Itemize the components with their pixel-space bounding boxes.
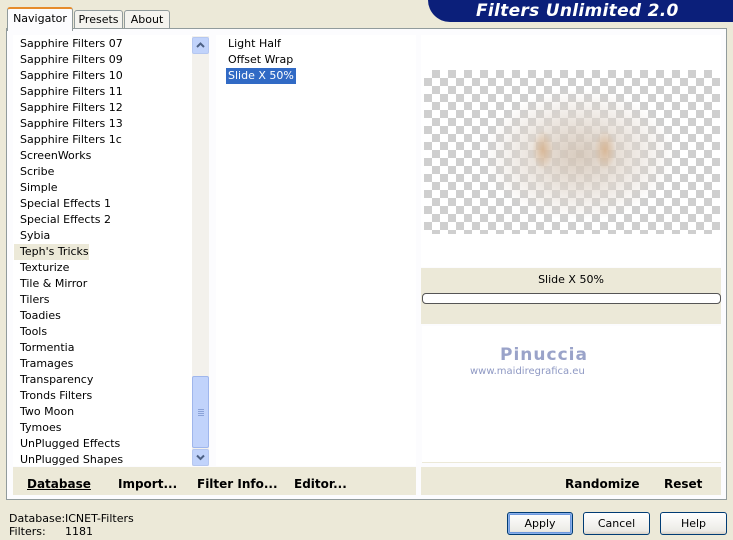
filter-info-button[interactable]: Filter Info... bbox=[197, 477, 278, 491]
parameter-slider-row[interactable] bbox=[422, 445, 721, 463]
category-item[interactable]: Sapphire Filters 07 bbox=[14, 36, 123, 52]
category-item[interactable]: Sapphire Filters 1c bbox=[14, 132, 122, 148]
scroll-up-button[interactable] bbox=[192, 37, 209, 54]
tab-presets[interactable]: Presets bbox=[74, 10, 123, 29]
filter-list[interactable] bbox=[216, 35, 416, 466]
category-item[interactable]: UnPlugged Effects bbox=[14, 436, 120, 452]
category-item[interactable]: UnPlugged Shapes bbox=[14, 452, 123, 468]
parameter-slider-row[interactable] bbox=[422, 394, 721, 412]
chevron-up-icon bbox=[196, 42, 205, 48]
watermark-name: Pinuccia bbox=[500, 345, 588, 365]
preview-image bbox=[424, 70, 720, 234]
category-scrollbar[interactable] bbox=[192, 36, 209, 466]
filters-count: 1181 bbox=[65, 525, 93, 538]
category-item[interactable]: Sybia bbox=[14, 228, 89, 244]
filter-name-label: Slide X 50% bbox=[538, 273, 604, 286]
progress-bar bbox=[422, 293, 721, 304]
randomize-button[interactable]: Randomize bbox=[565, 477, 639, 491]
parameter-slider-row[interactable] bbox=[422, 411, 721, 429]
app-title: Filters Unlimited 2.0 bbox=[476, 1, 679, 21]
category-item[interactable]: Tormentia bbox=[14, 340, 89, 356]
watermark-url: www.maidiregrafica.eu bbox=[470, 366, 585, 377]
category-item[interactable]: Toadies bbox=[14, 308, 89, 324]
category-item[interactable]: Two Moon bbox=[14, 404, 89, 420]
import-button[interactable]: Import... bbox=[118, 477, 177, 491]
category-item[interactable]: Texturize bbox=[14, 260, 89, 276]
category-item[interactable]: Sapphire Filters 11 bbox=[14, 84, 123, 100]
reset-button[interactable]: Reset bbox=[664, 477, 702, 491]
filter-item[interactable]: Offset Wrap bbox=[226, 52, 295, 68]
category-item[interactable]: ScreenWorks bbox=[14, 148, 91, 164]
editor-button[interactable]: Editor... bbox=[294, 477, 347, 491]
category-item[interactable]: Tymoes bbox=[14, 420, 89, 436]
parameter-slider-row[interactable] bbox=[422, 377, 721, 395]
category-item[interactable]: Transparency bbox=[14, 372, 93, 388]
category-item[interactable]: Teph's Tricks bbox=[14, 244, 89, 260]
category-item[interactable]: Tronds Filters bbox=[14, 388, 92, 404]
help-button[interactable]: Help bbox=[660, 512, 727, 535]
category-item[interactable]: Tilers bbox=[14, 292, 89, 308]
database-value: ICNET-Filters bbox=[65, 512, 134, 525]
category-item[interactable]: Simple bbox=[14, 180, 89, 196]
category-item[interactable]: Special Effects 2 bbox=[14, 212, 111, 228]
category-item[interactable]: Sapphire Filters 13 bbox=[14, 116, 123, 132]
database-button[interactable]: Database bbox=[27, 477, 91, 491]
category-item[interactable]: Tile & Mirror bbox=[14, 276, 89, 292]
category-item[interactable]: Special Effects 1 bbox=[14, 196, 111, 212]
apply-button[interactable]: Apply bbox=[507, 512, 573, 535]
scroll-down-button[interactable] bbox=[192, 449, 209, 466]
filters-label: Filters: bbox=[9, 525, 46, 538]
chevron-down-icon bbox=[196, 454, 205, 461]
filter-item[interactable]: Light Half bbox=[226, 36, 283, 52]
parameter-slider-row[interactable] bbox=[422, 428, 721, 446]
cancel-button[interactable]: Cancel bbox=[583, 512, 650, 535]
tab-about[interactable]: About bbox=[124, 10, 170, 29]
category-item[interactable]: Sapphire Filters 09 bbox=[14, 52, 123, 68]
category-item[interactable]: Tramages bbox=[14, 356, 89, 372]
tab-navigator[interactable]: Navigator bbox=[7, 7, 73, 31]
database-label: Database: bbox=[9, 512, 66, 525]
filter-item[interactable]: Slide X 50% bbox=[226, 68, 296, 84]
category-item[interactable]: Tools bbox=[14, 324, 89, 340]
category-item[interactable]: Scribe bbox=[14, 164, 89, 180]
category-item[interactable]: Sapphire Filters 10 bbox=[14, 68, 123, 84]
category-item[interactable]: Sapphire Filters 12 bbox=[14, 100, 123, 116]
parameter-slider-row[interactable] bbox=[422, 326, 721, 344]
scroll-thumb[interactable] bbox=[192, 376, 209, 448]
